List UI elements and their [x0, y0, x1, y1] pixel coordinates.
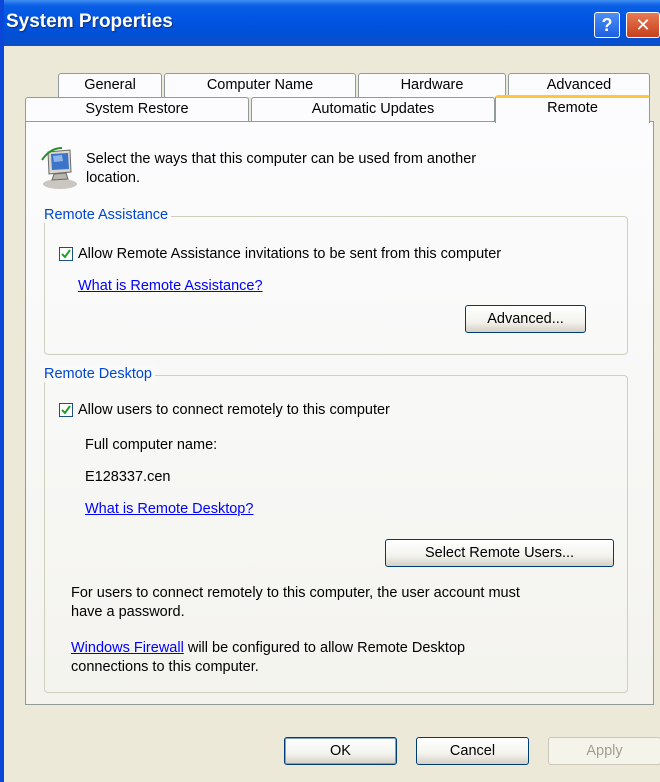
password-note-line-2: have a password.: [71, 604, 185, 620]
checkmark-icon: [61, 249, 71, 259]
apply-button[interactable]: Apply: [548, 737, 660, 765]
allow-remote-assistance-checkbox[interactable]: [59, 247, 73, 261]
tab-system-restore[interactable]: System Restore: [25, 97, 249, 121]
remote-computer-icon: [40, 146, 80, 190]
firewall-note-line-2: connections to this computer.: [71, 659, 259, 675]
windows-firewall-link[interactable]: Windows Firewall: [71, 640, 184, 656]
close-button[interactable]: ✕: [626, 12, 660, 38]
what-is-remote-assistance-link[interactable]: What is Remote Assistance?: [78, 278, 263, 294]
tab-general[interactable]: General: [58, 73, 162, 97]
firewall-note-rest: will be configured to allow Remote Deskt…: [183, 640, 466, 656]
what-is-remote-desktop-link[interactable]: What is Remote Desktop?: [85, 501, 253, 517]
help-icon: ?: [601, 15, 613, 35]
intro-line-1: Select the ways that this computer can b…: [86, 151, 477, 167]
tab-advanced[interactable]: Advanced: [508, 73, 650, 97]
help-button[interactable]: ?: [594, 12, 620, 38]
select-remote-users-button[interactable]: Select Remote Users...: [385, 539, 614, 567]
remote-assistance-group: Remote Assistance Allow Remote Assistanc…: [44, 207, 628, 355]
window-title: System Properties: [6, 11, 173, 32]
remote-assistance-group-label: Remote Assistance: [44, 207, 172, 223]
remote-desktop-group: Remote Desktop Allow users to connect re…: [44, 366, 628, 693]
password-note-line-1: For users to connect remotely to this co…: [71, 585, 520, 601]
tab-hardware[interactable]: Hardware: [358, 73, 506, 97]
tab-remote[interactable]: Remote: [495, 95, 650, 123]
allow-remote-assistance-label[interactable]: Allow Remote Assistance invitations to b…: [78, 246, 501, 262]
allow-remote-desktop-checkbox[interactable]: [59, 403, 73, 417]
firewall-note-line-1: Windows Firewall will be configured to a…: [71, 640, 465, 656]
advanced-button[interactable]: Advanced...: [465, 305, 586, 333]
allow-remote-desktop-label[interactable]: Allow users to connect remotely to this …: [78, 402, 390, 418]
full-computer-name-label: Full computer name:: [85, 437, 218, 453]
cancel-button[interactable]: Cancel: [416, 737, 529, 765]
intro-line-2: location.: [86, 170, 141, 186]
title-bar[interactable]: System Properties ? ✕: [4, 0, 660, 46]
tab-computer-name[interactable]: Computer Name: [164, 73, 356, 97]
remote-desktop-group-label: Remote Desktop: [44, 366, 155, 382]
system-properties-window: System Properties ? ✕ General Computer N…: [0, 0, 660, 782]
checkmark-icon: [61, 405, 71, 415]
tab-automatic-updates[interactable]: Automatic Updates: [251, 97, 495, 121]
ok-button[interactable]: OK: [284, 737, 397, 765]
close-icon: ✕: [635, 15, 651, 35]
remote-tab-panel: Select the ways that this computer can b…: [25, 121, 654, 705]
full-computer-name-value: E128337.cen: [85, 469, 171, 485]
